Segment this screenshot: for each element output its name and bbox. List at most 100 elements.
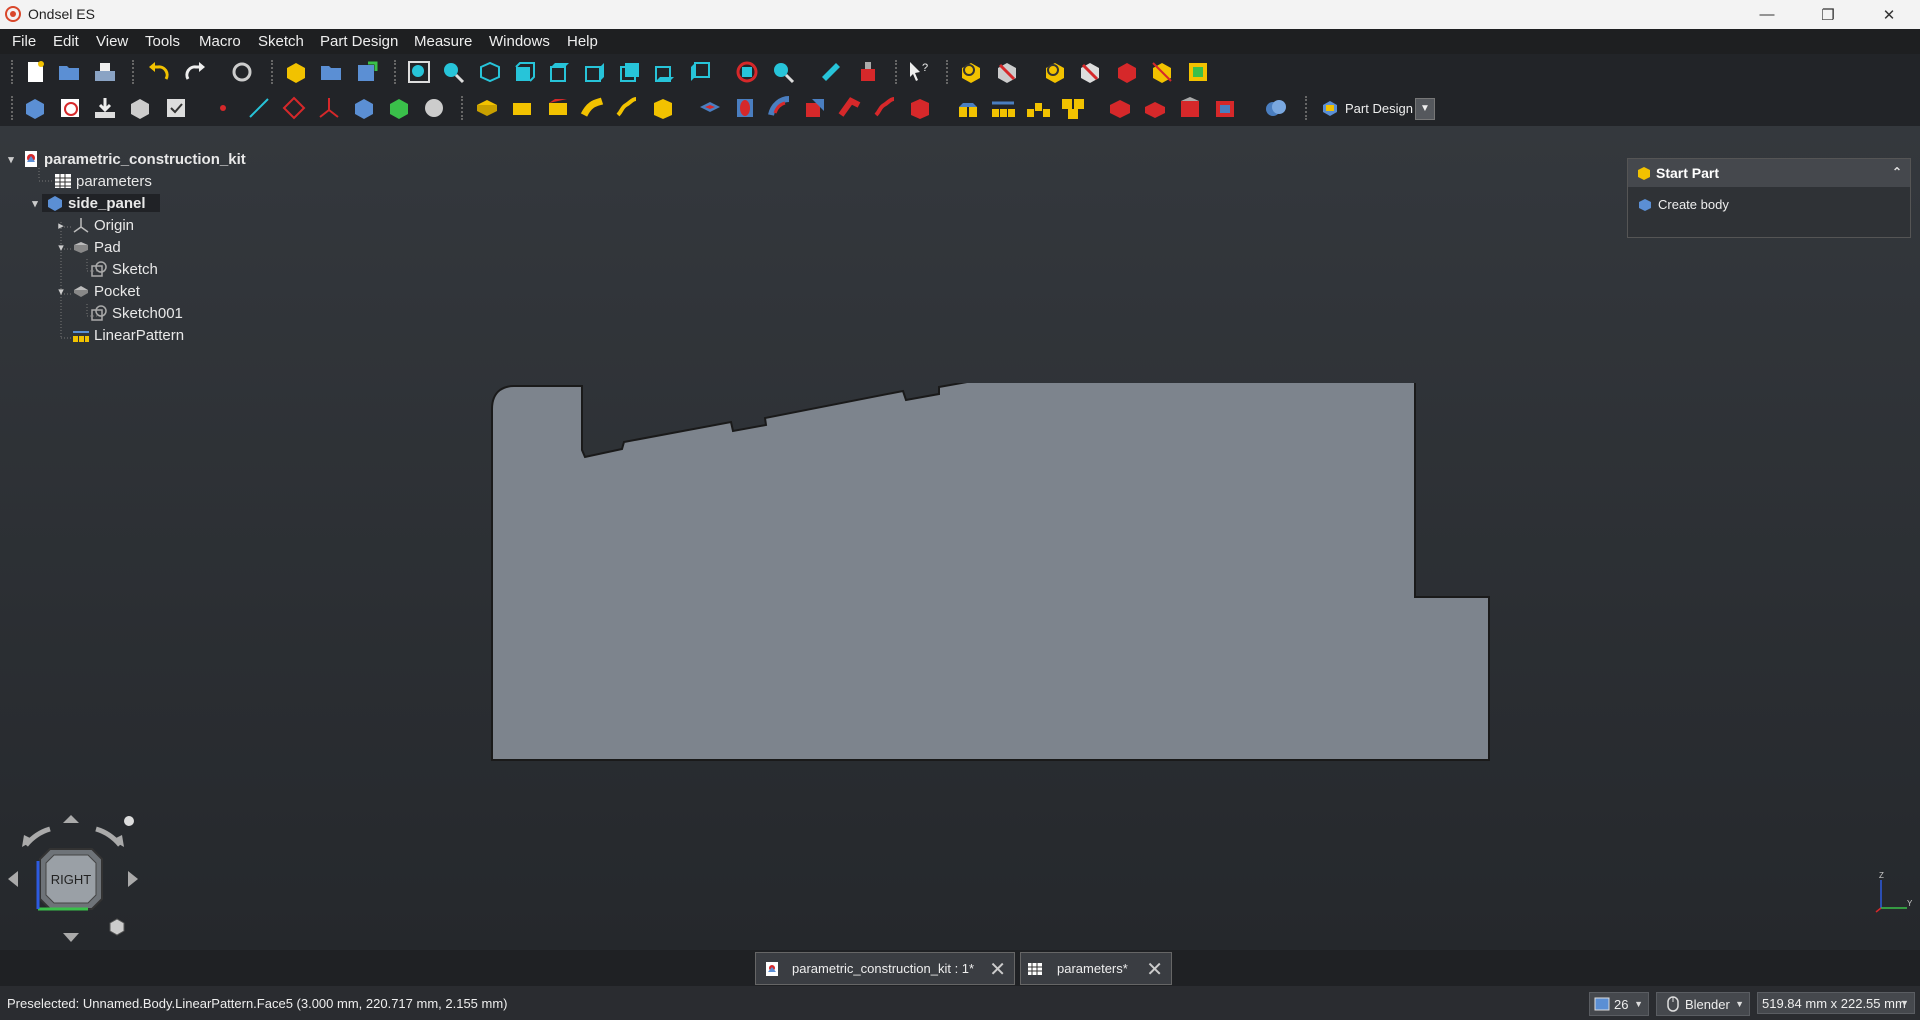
arrow-right-icon[interactable]: [128, 871, 138, 887]
right-view-icon[interactable]: [582, 59, 608, 85]
toolbar-grip[interactable]: [11, 96, 16, 120]
menu-measure[interactable]: Measure: [414, 33, 472, 50]
undo-icon[interactable]: [146, 59, 172, 85]
tree-item-sketch[interactable]: Sketch: [86, 258, 158, 280]
link-icon[interactable]: [354, 59, 380, 85]
view-menu-cube-icon[interactable]: [109, 918, 125, 936]
datum-line-icon[interactable]: [246, 95, 272, 121]
subtractive-primitive-icon[interactable]: [907, 95, 933, 121]
workbench-selector[interactable]: Part Design ▼: [1315, 98, 1435, 120]
multi-transform-icon[interactable]: [1060, 95, 1086, 121]
menu-file[interactable]: File: [12, 33, 36, 50]
toolbar-grip[interactable]: [461, 96, 466, 120]
boolean-operation-icon[interactable]: [1263, 95, 1289, 121]
toolbar-grip[interactable]: [11, 60, 16, 84]
menu-tools[interactable]: Tools: [145, 33, 180, 50]
close-window-button[interactable]: ✕: [1860, 0, 1918, 29]
additive-helix-icon[interactable]: [614, 95, 640, 121]
part-icon[interactable]: [283, 59, 309, 85]
measure-icon[interactable]: [818, 59, 844, 85]
dimension-readout[interactable]: 519.84 mm x 222.55 mm ▼: [1757, 992, 1915, 1014]
save-icon[interactable]: [92, 59, 118, 85]
pad-icon[interactable]: [474, 95, 500, 121]
groove-icon[interactable]: [767, 95, 793, 121]
front-view-icon[interactable]: [512, 59, 538, 85]
shape-binder-icon[interactable]: [1077, 59, 1103, 85]
toolbar-grip[interactable]: [271, 60, 276, 84]
tab-parameters[interactable]: parameters* ✕: [1020, 952, 1172, 985]
boolean-icon[interactable]: [1042, 59, 1068, 85]
polar-pattern-icon[interactable]: [1025, 95, 1051, 121]
arrow-up-icon[interactable]: [63, 815, 79, 823]
chevron-down-icon[interactable]: ▼: [1634, 999, 1643, 1009]
arrow-down-icon[interactable]: [63, 933, 79, 942]
chevron-down-icon[interactable]: ▼: [1900, 998, 1909, 1008]
bounding-box-icon[interactable]: [770, 59, 796, 85]
rear-view-icon[interactable]: [617, 59, 643, 85]
close-tab-icon[interactable]: ✕: [1146, 957, 1163, 982]
part-face[interactable]: [491, 383, 1490, 761]
validate-sketch-icon[interactable]: [994, 59, 1020, 85]
clone-icon[interactable]: [1114, 59, 1140, 85]
clone-grey-icon[interactable]: [421, 95, 447, 121]
group-icon[interactable]: [318, 59, 344, 85]
section-cut-icon[interactable]: [855, 59, 881, 85]
tree-item-pocket[interactable]: ▾ Pocket: [54, 280, 140, 302]
subtractive-loft-icon[interactable]: [802, 95, 828, 121]
rotate-right-icon[interactable]: [95, 826, 122, 847]
draw-style-icon[interactable]: [734, 59, 760, 85]
subtractive-pipe-icon[interactable]: [837, 95, 863, 121]
datum-point-icon[interactable]: [210, 95, 236, 121]
tab-parametric-construction-kit[interactable]: parametric_construction_kit : 1* ✕: [755, 952, 1015, 985]
check-geometry-icon[interactable]: [958, 59, 984, 85]
create-body-link[interactable]: Create body: [1628, 187, 1910, 222]
mirrored-icon[interactable]: [955, 95, 981, 121]
refresh-icon[interactable]: [229, 59, 255, 85]
minimize-button[interactable]: —: [1738, 0, 1796, 29]
local-cs-icon[interactable]: [316, 95, 342, 121]
create-body-icon[interactable]: [22, 95, 48, 121]
top-view-icon[interactable]: [547, 59, 573, 85]
subtractive-helix-icon[interactable]: [872, 95, 898, 121]
hole-icon[interactable]: [732, 95, 758, 121]
left-view-icon[interactable]: [687, 59, 713, 85]
datum-plane-icon[interactable]: [281, 95, 307, 121]
fit-all-icon[interactable]: [406, 59, 432, 85]
menu-part-design[interactable]: Part Design: [320, 33, 398, 50]
toolbar-grip[interactable]: [895, 60, 900, 84]
tree-item-root[interactable]: ▾ parametric_construction_kit: [4, 148, 246, 170]
navigation-cube[interactable]: RIGHT: [0, 805, 150, 945]
menu-view[interactable]: View: [96, 33, 128, 50]
menu-dot-icon[interactable]: [124, 816, 134, 826]
notification-count-selector[interactable]: 26 ▼: [1589, 992, 1649, 1016]
menu-help[interactable]: Help: [567, 33, 598, 50]
collapse-icon[interactable]: ⌃: [1892, 165, 1902, 179]
menu-macro[interactable]: Macro: [199, 33, 241, 50]
menu-sketch[interactable]: Sketch: [258, 33, 304, 50]
task-panel-header[interactable]: Start Part ⌃: [1628, 159, 1910, 187]
datum-icon[interactable]: [1185, 59, 1211, 85]
tree-item-sketch001[interactable]: Sketch001: [86, 302, 183, 324]
import-icon[interactable]: [92, 95, 118, 121]
tree-item-side-panel[interactable]: ▾ side_panel: [28, 192, 160, 214]
revolution-icon[interactable]: [509, 95, 535, 121]
sub-shape-binder-icon[interactable]: [1149, 59, 1175, 85]
chevron-down-icon[interactable]: ▾: [54, 285, 68, 298]
bottom-view-icon[interactable]: [652, 59, 678, 85]
rotate-left-icon[interactable]: [24, 826, 51, 847]
shape-binder-blue-icon[interactable]: [351, 95, 377, 121]
redo-icon[interactable]: [182, 59, 208, 85]
toolbar-grip[interactable]: [394, 60, 399, 84]
isometric-view-icon[interactable]: [477, 59, 503, 85]
create-sketch-icon[interactable]: [57, 95, 83, 121]
fit-selection-icon[interactable]: [440, 59, 466, 85]
open-file-icon[interactable]: [56, 59, 82, 85]
shape-icon[interactable]: [127, 95, 153, 121]
new-file-icon[interactable]: [22, 59, 48, 85]
toolbar-grip[interactable]: [132, 60, 137, 84]
chevron-down-icon[interactable]: ▾: [54, 241, 68, 254]
chevron-right-icon[interactable]: ▸: [54, 219, 68, 232]
thickness-icon[interactable]: [1212, 95, 1238, 121]
chevron-down-icon[interactable]: ▼: [1735, 999, 1744, 1009]
chevron-down-icon[interactable]: ▾: [4, 153, 18, 166]
